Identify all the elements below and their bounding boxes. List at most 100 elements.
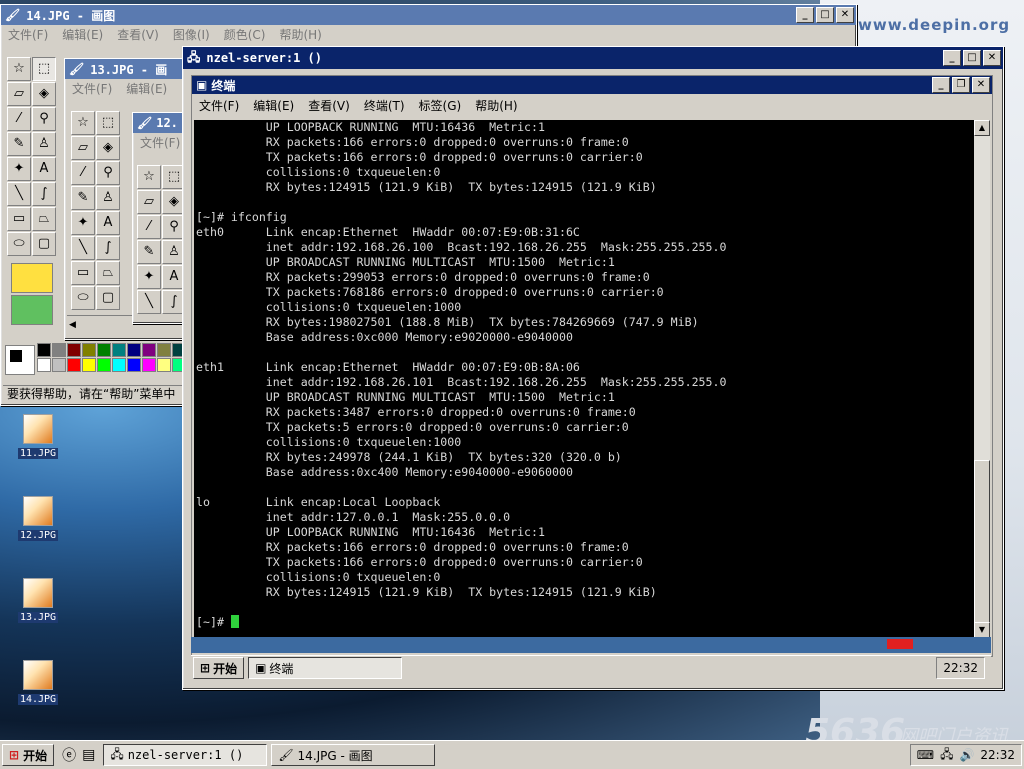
desktop-icon-11[interactable]: 11.JPG xyxy=(8,414,68,459)
menu-image[interactable]: 图像(I) xyxy=(166,26,217,43)
polygon-icon[interactable]: ⏢ xyxy=(96,261,120,285)
free-select-icon[interactable]: ☆ xyxy=(7,57,31,81)
menu-tabs[interactable]: 标签(G) xyxy=(412,97,469,114)
rect-select-icon[interactable]: ⬚ xyxy=(96,111,120,135)
text-icon[interactable]: A xyxy=(32,157,56,181)
paint14-option-box-2[interactable] xyxy=(11,295,53,325)
palette-swatch[interactable] xyxy=(112,343,126,357)
menu-colors[interactable]: 颜色(C) xyxy=(217,26,273,43)
keyboard-icon[interactable]: ⌨ xyxy=(917,748,934,762)
line-icon[interactable]: ╲ xyxy=(7,182,31,206)
menu-view[interactable]: 查看(V) xyxy=(110,26,166,43)
maximize-button[interactable]: □ xyxy=(816,7,834,23)
magnifier-icon[interactable]: ⚲ xyxy=(32,107,56,131)
scrollbar-thumb[interactable] xyxy=(974,460,990,626)
remote-start-button[interactable]: ⊞ 开始 xyxy=(193,657,245,679)
minimize-button[interactable]: _ xyxy=(796,7,814,23)
curve-icon[interactable]: ∫ xyxy=(32,182,56,206)
airbrush-icon[interactable]: ✦ xyxy=(137,265,161,289)
rect-select-icon[interactable]: ⬚ xyxy=(32,57,56,81)
free-select-icon[interactable]: ☆ xyxy=(71,111,95,135)
terminal-scrollbar[interactable]: ▲ ▼ xyxy=(974,120,990,638)
task-vnc[interactable]: 🖧 nzel-server:1 () xyxy=(103,744,268,766)
airbrush-icon[interactable]: ✦ xyxy=(7,157,31,181)
palette-swatch[interactable] xyxy=(67,343,81,357)
picker-icon[interactable]: ⁄ xyxy=(71,161,95,185)
rounded-rect-icon[interactable]: ▢ xyxy=(32,232,56,256)
curve-icon[interactable]: ∫ xyxy=(96,236,120,260)
ie-quicklaunch-icon[interactable]: ⓔ xyxy=(62,745,76,765)
menu-file[interactable]: 文件(F) xyxy=(65,80,119,97)
palette-swatch[interactable] xyxy=(82,358,96,372)
pencil-icon[interactable]: ✎ xyxy=(7,132,31,156)
eraser-icon[interactable]: ▱ xyxy=(71,136,95,160)
magnifier-icon[interactable]: ⚲ xyxy=(96,161,120,185)
start-button[interactable]: ⊞ 开始 xyxy=(2,744,55,766)
remote-task-terminal[interactable]: ▣ 终端 xyxy=(248,657,403,679)
palette-swatch[interactable] xyxy=(67,358,81,372)
line-icon[interactable]: ╲ xyxy=(71,236,95,260)
color-palette[interactable] xyxy=(37,343,187,372)
terminal-titlebar[interactable]: ▣ 终端 _ ❐ ✕ xyxy=(192,76,992,94)
line-icon[interactable]: ╲ xyxy=(137,290,161,314)
text-icon[interactable]: A xyxy=(96,211,120,235)
palette-swatch[interactable] xyxy=(52,343,66,357)
brush-icon[interactable]: ♙ xyxy=(96,186,120,210)
palette-swatch[interactable] xyxy=(37,358,51,372)
restore-button[interactable]: ❐ xyxy=(952,77,970,93)
network-icon[interactable]: 🖧 xyxy=(940,745,953,766)
rectangle-icon[interactable]: ▭ xyxy=(71,261,95,285)
menu-help[interactable]: 帮助(H) xyxy=(272,26,328,43)
pencil-icon[interactable]: ✎ xyxy=(71,186,95,210)
rectangle-icon[interactable]: ▭ xyxy=(7,207,31,231)
desktop-icon-14[interactable]: 14.JPG xyxy=(8,660,68,705)
vnc-titlebar[interactable]: 🖧 nzel-server:1 () _ □ ✕ xyxy=(183,47,1003,69)
palette-swatch[interactable] xyxy=(37,343,51,357)
polygon-icon[interactable]: ⏢ xyxy=(32,207,56,231)
paint14-option-box[interactable] xyxy=(11,263,53,293)
remote-desktop[interactable]: ▣ 终端 _ ❐ ✕ 文件(F) 编辑(E) 查看(V) 终端(T) 标签(G)… xyxy=(191,75,993,680)
desktop-icon-12[interactable]: 12.JPG xyxy=(8,496,68,541)
free-select-icon[interactable]: ☆ xyxy=(137,165,161,189)
paint14-titlebar[interactable]: 🖌 14.JPG - 画图 _ □ ✕ xyxy=(1,5,856,25)
menu-file[interactable]: 文件(F) xyxy=(192,97,246,114)
brush-icon[interactable]: ♙ xyxy=(32,132,56,156)
rounded-rect-icon[interactable]: ▢ xyxy=(96,286,120,310)
palette-swatch[interactable] xyxy=(127,358,141,372)
vnc-window[interactable]: 🖧 nzel-server:1 () _ □ ✕ ▣ 终端 _ ❐ ✕ 文件(F… xyxy=(182,46,1004,690)
close-button[interactable]: ✕ xyxy=(836,7,854,23)
pencil-icon[interactable]: ✎ xyxy=(137,240,161,264)
volume-icon[interactable]: 🔊 xyxy=(959,748,974,762)
maximize-button[interactable]: □ xyxy=(963,50,981,66)
close-button[interactable]: ✕ xyxy=(972,77,990,93)
task-paint14[interactable]: 🖌 14.JPG - 画图 xyxy=(271,744,436,766)
palette-swatch[interactable] xyxy=(142,343,156,357)
terminal-output[interactable]: UP LOOPBACK RUNNING MTU:16436 Metric:1 R… xyxy=(194,120,974,638)
scroll-up-icon[interactable]: ▲ xyxy=(974,120,990,136)
fill-icon[interactable]: ◈ xyxy=(32,82,56,106)
current-colors[interactable] xyxy=(5,345,35,375)
minimize-button[interactable]: _ xyxy=(932,77,950,93)
terminal-window[interactable]: ▣ 终端 _ ❐ ✕ 文件(F) 编辑(E) 查看(V) 终端(T) 标签(G)… xyxy=(191,75,993,657)
menu-edit[interactable]: 编辑(E) xyxy=(119,80,174,97)
palette-swatch[interactable] xyxy=(112,358,126,372)
terminal-prompt-line[interactable]: [~]# xyxy=(196,615,974,630)
menu-help[interactable]: 帮助(H) xyxy=(468,97,524,114)
desktop-icon-13[interactable]: 13.JPG xyxy=(8,578,68,623)
menu-edit[interactable]: 编辑(E) xyxy=(246,97,301,114)
menu-file[interactable]: 文件(F) xyxy=(1,26,55,43)
ellipse-icon[interactable]: ⬭ xyxy=(71,286,95,310)
menu-file[interactable]: 文件(F) xyxy=(133,134,187,151)
eraser-icon[interactable]: ▱ xyxy=(7,82,31,106)
palette-swatch[interactable] xyxy=(157,358,171,372)
scroll-left-icon[interactable]: ◀ xyxy=(67,320,76,330)
airbrush-icon[interactable]: ✦ xyxy=(71,211,95,235)
picker-icon[interactable]: ⁄ xyxy=(7,107,31,131)
palette-swatch[interactable] xyxy=(82,343,96,357)
palette-swatch[interactable] xyxy=(157,343,171,357)
minimize-button[interactable]: _ xyxy=(943,50,961,66)
eraser-icon[interactable]: ▱ xyxy=(137,190,161,214)
palette-swatch[interactable] xyxy=(142,358,156,372)
menu-edit[interactable]: 编辑(E) xyxy=(55,26,110,43)
menu-view[interactable]: 查看(V) xyxy=(301,97,357,114)
